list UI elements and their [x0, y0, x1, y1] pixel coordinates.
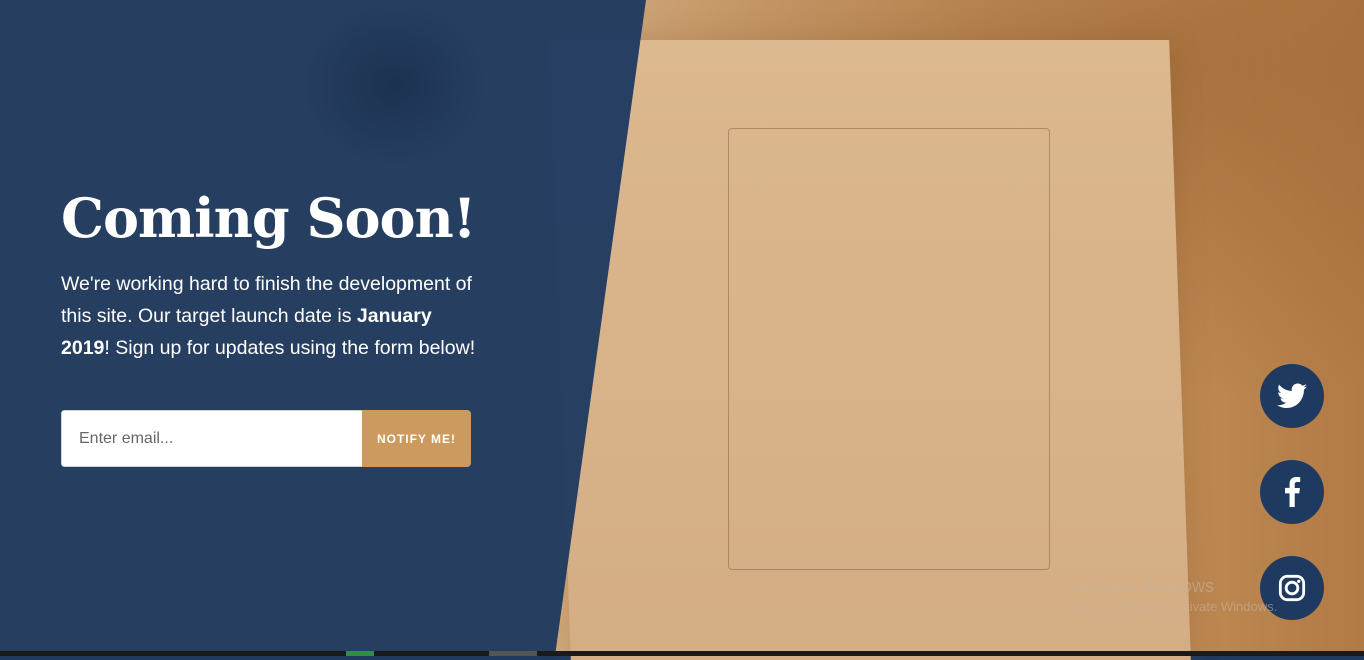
notify-button[interactable]: NOTIFY ME! — [362, 410, 471, 467]
facebook-icon — [1285, 477, 1301, 507]
hero-text-part2: ! Sign up for updates using the form bel… — [104, 337, 476, 359]
taskbar-app-indicator[interactable] — [346, 651, 374, 656]
pencil-sketch — [728, 128, 1050, 570]
taskbar-app-indicator[interactable] — [489, 651, 537, 656]
watermark-title: Activate Windows — [1072, 576, 1215, 596]
signup-form: NOTIFY ME! — [61, 410, 471, 467]
activate-windows-watermark: Activate Windows Go to Settings to activ… — [1072, 576, 1277, 614]
facebook-link[interactable] — [1260, 460, 1324, 524]
twitter-link[interactable] — [1260, 364, 1324, 428]
page-title: Coming Soon! — [61, 186, 476, 250]
taskbar — [0, 651, 1364, 656]
hero-description: We're working hard to finish the develop… — [61, 268, 481, 364]
instagram-icon — [1278, 574, 1306, 602]
email-input[interactable] — [61, 410, 362, 467]
twitter-icon — [1277, 383, 1307, 408]
watermark-subtitle: Go to Settings to activate Windows. — [1072, 599, 1278, 614]
hero-section: Coming Soon! We're working hard to finis… — [61, 180, 481, 364]
